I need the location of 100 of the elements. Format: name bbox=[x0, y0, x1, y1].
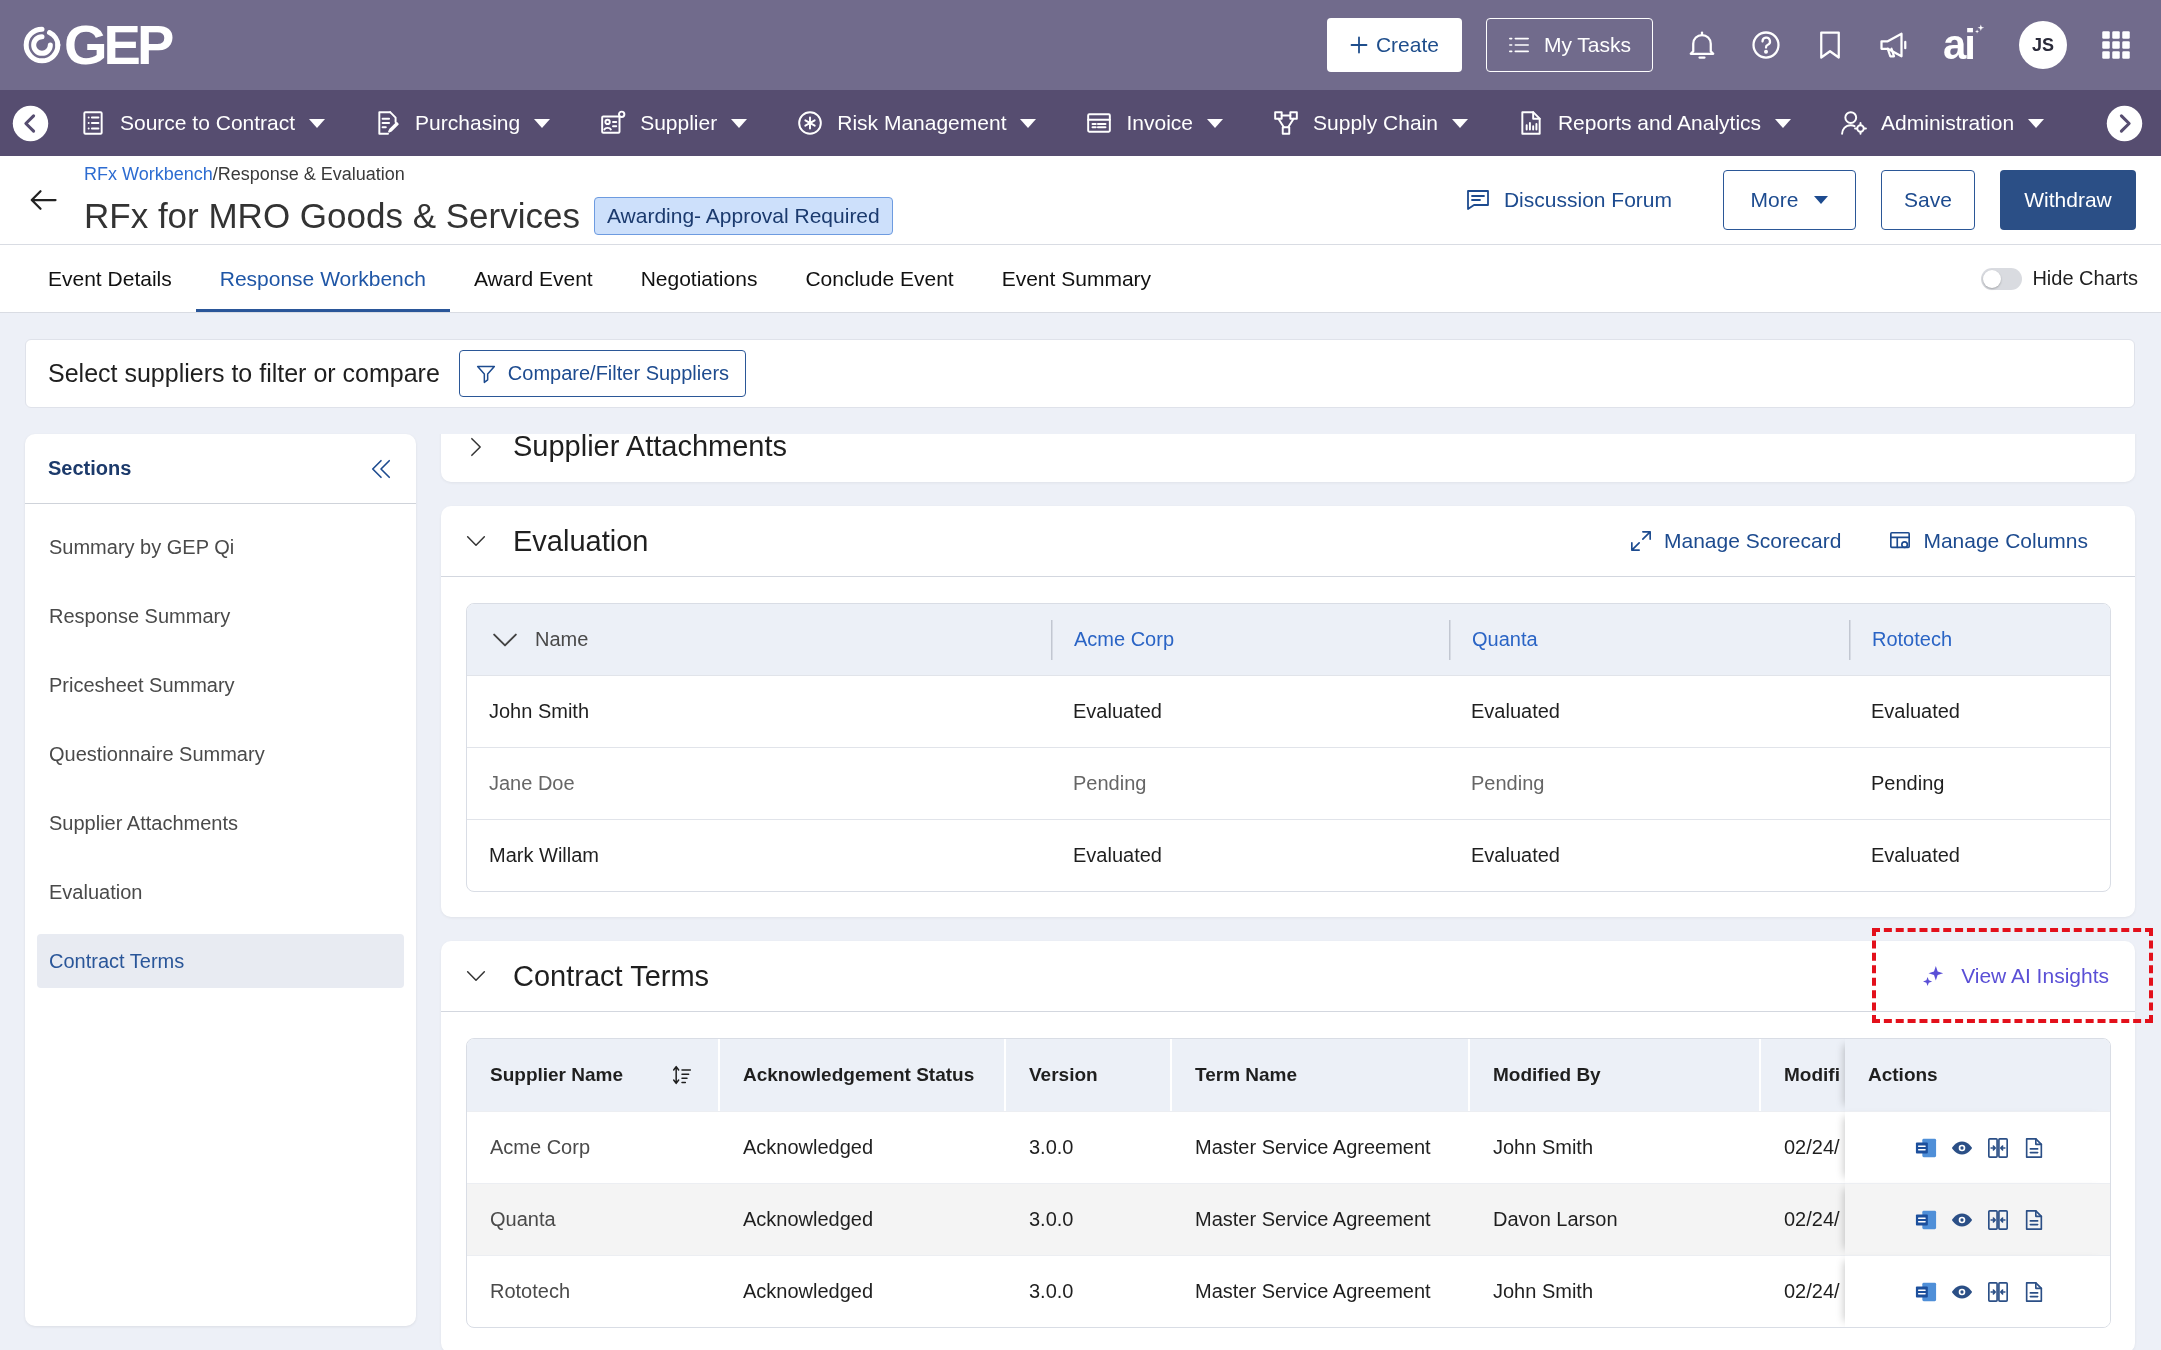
discussion-forum-button[interactable]: Discussion Forum bbox=[1465, 188, 1672, 212]
user-gear-icon bbox=[1841, 110, 1868, 136]
app-grid-icon[interactable] bbox=[2101, 30, 2131, 60]
caret-down-icon bbox=[1814, 196, 1829, 204]
create-button[interactable]: Create bbox=[1326, 18, 1462, 72]
table-cell: John Smith bbox=[489, 700, 590, 723]
expand-arrows-icon bbox=[1629, 530, 1652, 552]
caret-down-icon bbox=[534, 118, 551, 128]
nav-menu-button[interactable]: Supplier bbox=[600, 110, 748, 136]
collapse-icon[interactable] bbox=[370, 457, 392, 480]
filter-prompt: Select suppliers to filter or compare bbox=[48, 359, 440, 388]
nav-menu-button[interactable]: Supply Chain bbox=[1273, 110, 1468, 136]
tab[interactable]: Response Workbench bbox=[195, 245, 450, 312]
section-link[interactable]: View AI Insights bbox=[1923, 964, 2109, 988]
column-header: Modifi bbox=[1784, 1064, 1840, 1086]
status-badge: Awarding- Approval Required bbox=[593, 197, 893, 235]
section-title: Supplier Attachments bbox=[513, 434, 788, 463]
document-icon[interactable] bbox=[2023, 1280, 2045, 1303]
compare-documents-icon[interactable] bbox=[1987, 1208, 2009, 1231]
document-icon[interactable] bbox=[2023, 1136, 2045, 1159]
table-row[interactable]: Acme Corp Acknowledged 3.0.0 Master Service Agreement John Smith 02/24/ bbox=[467, 1111, 2110, 1183]
word-document-icon[interactable] bbox=[1915, 1136, 1937, 1159]
nav-menu-button[interactable]: Invoice bbox=[1086, 110, 1223, 136]
table-cell: Evaluated bbox=[1073, 844, 1162, 867]
column-header: Modified By bbox=[1493, 1064, 1601, 1086]
table-cell: John Smith bbox=[1493, 1136, 1594, 1159]
sidebar-item[interactable]: Summary by GEP Qi bbox=[37, 520, 404, 574]
megaphone-icon[interactable] bbox=[1878, 30, 1909, 60]
table-cell: Acknowledged bbox=[743, 1208, 874, 1231]
nav-menu-button[interactable]: Administration bbox=[1841, 110, 2045, 136]
page-title: RFx for MRO Goods & Services bbox=[84, 196, 580, 236]
tab[interactable]: Award Event bbox=[449, 245, 617, 312]
sidebar-title: Sections bbox=[48, 457, 132, 480]
table-cell: John Smith bbox=[1493, 1280, 1594, 1303]
swirl-logo-icon bbox=[22, 25, 62, 65]
sidebar-item[interactable]: Questionnaire Summary bbox=[37, 727, 404, 781]
compare-filter-button[interactable]: Compare/Filter Suppliers bbox=[458, 350, 747, 397]
sidebar-item[interactable]: Pricesheet Summary bbox=[37, 658, 404, 712]
toggle-switch[interactable] bbox=[1981, 267, 2023, 290]
sidebar-item[interactable]: Response Summary bbox=[37, 589, 404, 643]
table-cell: Jane Doe bbox=[489, 772, 575, 795]
table-cell: Acknowledged bbox=[743, 1136, 874, 1159]
tab[interactable]: Event Summary bbox=[977, 245, 1176, 312]
nav-menu-button[interactable]: Reports and Analytics bbox=[1517, 110, 1792, 136]
nav-menu-button[interactable]: Risk Management bbox=[797, 110, 1037, 136]
compare-documents-icon[interactable] bbox=[1987, 1136, 2009, 1159]
compare-documents-icon[interactable] bbox=[1987, 1280, 2009, 1303]
section-link[interactable]: Manage Columns bbox=[1889, 529, 2088, 553]
section-title: Contract Terms bbox=[513, 959, 710, 993]
tab[interactable]: Event Details bbox=[24, 245, 196, 312]
caret-down-icon bbox=[1775, 118, 1792, 128]
table-row[interactable]: Quanta Acknowledged 3.0.0 Master Service Agreement Davon Larson 02/24/ bbox=[467, 1183, 2110, 1255]
column-header: Supplier Name bbox=[490, 1064, 624, 1086]
scroll-left-icon[interactable] bbox=[12, 104, 49, 142]
table-cell: Acme Corp bbox=[490, 1136, 591, 1159]
scroll-right-icon[interactable] bbox=[2106, 104, 2143, 142]
table-cell: Evaluated bbox=[1471, 700, 1560, 723]
table-cell: 02/24/ bbox=[1784, 1280, 1840, 1303]
my-tasks-button[interactable]: My Tasks bbox=[1485, 18, 1653, 72]
supplier-link[interactable]: Acme Corp bbox=[1074, 628, 1175, 651]
supplier-link[interactable]: Quanta bbox=[1472, 628, 1538, 651]
help-icon[interactable] bbox=[1750, 30, 1781, 60]
supplier-link[interactable]: Rototech bbox=[1872, 628, 1953, 651]
caret-down-icon bbox=[1207, 118, 1223, 128]
sidebar-item[interactable]: Contract Terms bbox=[37, 934, 404, 988]
withdraw-button[interactable]: Withdraw bbox=[2000, 170, 2136, 230]
ai-assistant-button[interactable]: ai bbox=[1942, 24, 1985, 66]
section-title: Evaluation bbox=[513, 524, 649, 558]
toggle-label: Hide Charts bbox=[2032, 267, 2138, 290]
breadcrumb-link[interactable]: RFx Workbench bbox=[84, 164, 213, 184]
nav-menu-button[interactable]: Source to Contract bbox=[80, 110, 326, 136]
sidebar-item[interactable]: Supplier Attachments bbox=[37, 796, 404, 850]
breadcrumb-current: /Response & Evaluation bbox=[212, 164, 405, 184]
network-nodes-icon bbox=[1273, 110, 1299, 136]
tab[interactable]: Conclude Event bbox=[781, 245, 978, 312]
sort-icon[interactable] bbox=[672, 1065, 692, 1085]
filter-icon bbox=[475, 363, 496, 384]
section-link[interactable]: Manage Scorecard bbox=[1629, 529, 1842, 553]
word-document-icon[interactable] bbox=[1915, 1280, 1937, 1303]
user-avatar[interactable]: JS bbox=[2019, 21, 2067, 69]
tab[interactable]: Negotiations bbox=[616, 245, 782, 312]
more-button[interactable]: More bbox=[1723, 170, 1856, 230]
column-header: Actions bbox=[1868, 1064, 1938, 1086]
table-cell: Evaluated bbox=[1471, 844, 1560, 867]
table-row[interactable]: Rototech Acknowledged 3.0.0 Master Service Agreement John Smith 02/24/ bbox=[467, 1255, 2110, 1327]
asterisk-circle-icon bbox=[797, 110, 824, 136]
document-icon[interactable] bbox=[2023, 1208, 2045, 1231]
column-header: Version bbox=[1029, 1064, 1098, 1086]
sidebar-item[interactable]: Evaluation bbox=[37, 865, 404, 919]
table-cell: Evaluated bbox=[1073, 700, 1162, 723]
nav-menu-button[interactable]: Purchasing bbox=[375, 110, 551, 136]
caret-down-icon bbox=[731, 118, 748, 128]
caret-down-icon bbox=[2028, 118, 2045, 128]
word-document-icon[interactable] bbox=[1915, 1208, 1937, 1231]
table-cell: Evaluated bbox=[1871, 700, 1960, 723]
save-button[interactable]: Save bbox=[1881, 170, 1975, 230]
table-cell: 3.0.0 bbox=[1029, 1280, 1074, 1303]
table-cell: 3.0.0 bbox=[1029, 1208, 1074, 1231]
column-header: Term Name bbox=[1195, 1064, 1298, 1086]
table-cell: Quanta bbox=[490, 1208, 556, 1231]
